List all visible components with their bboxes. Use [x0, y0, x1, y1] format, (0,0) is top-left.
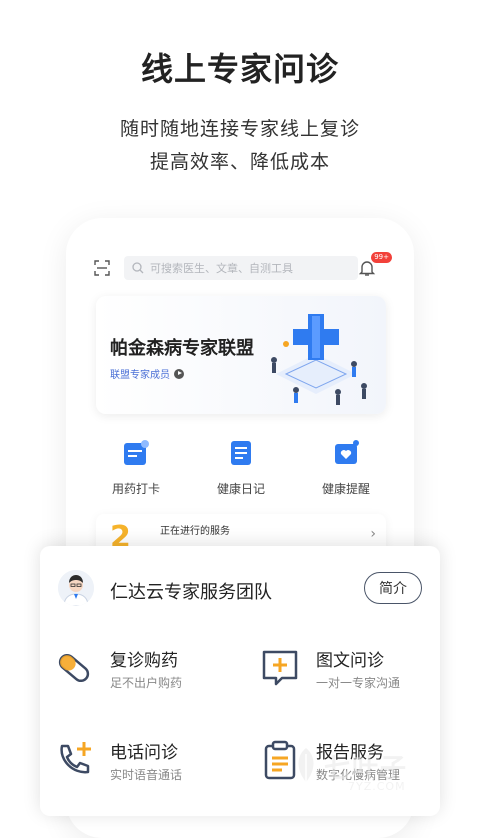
service-item-title: 图文问诊 — [316, 651, 384, 671]
chat-plus-icon — [262, 650, 298, 686]
service-title: 正在进行的服务 — [160, 526, 230, 537]
pill-icon — [58, 653, 90, 683]
phone-plus-icon — [60, 742, 91, 774]
headline-title: 线上专家问诊 — [140, 50, 339, 88]
watermark-sub: 7YZ.COM — [348, 780, 406, 793]
quick-action-health-diary[interactable]: 健康日记 — [191, 438, 291, 497]
service-item-desc: 一对一专家沟通 — [316, 676, 401, 690]
health-diary-icon — [231, 441, 251, 465]
service-item-desc: 实时语音通话 — [110, 768, 183, 782]
banner[interactable]: 帕金森病专家联盟 联盟专家成员 — [96, 296, 386, 414]
service-item-revisit-medicine[interactable]: 复诊购药 足不出户购药 — [54, 646, 224, 696]
watermark: 七叶子 7YZ.COM — [292, 746, 422, 796]
banner-link[interactable]: 联盟专家成员 — [110, 366, 184, 381]
search-input[interactable]: 可搜索医生、文章、自测工具 — [124, 256, 358, 280]
intro-button[interactable]: 简介 — [364, 572, 422, 604]
top-bar: 可搜索医生、文章、自测工具 99+ — [90, 252, 392, 280]
search-placeholder: 可搜索医生、文章、自测工具 — [150, 262, 293, 275]
banner-title: 帕金森病专家联盟 — [110, 338, 254, 359]
headline-subtitle-1: 随时随地连接专家线上复诊 — [119, 118, 360, 140]
team-name: 仁达云专家服务团队 — [110, 582, 272, 603]
medicine-checkin-icon — [124, 440, 149, 465]
quick-action-health-reminder[interactable]: 健康提醒 — [296, 438, 396, 497]
scan-icon[interactable] — [94, 260, 110, 276]
service-item-title: 复诊购药 — [110, 651, 178, 671]
quick-action-label: 健康提醒 — [321, 482, 370, 496]
doctor-avatar-icon — [58, 570, 94, 606]
quick-action-label: 健康日记 — [216, 482, 265, 496]
play-icon — [174, 368, 184, 379]
search-icon — [132, 262, 144, 274]
quick-action-label: 用药打卡 — [111, 482, 160, 496]
avatar[interactable] — [58, 570, 94, 606]
health-reminder-icon — [335, 440, 359, 464]
chevron-right-icon: › — [370, 526, 376, 542]
notification-badge: 99+ — [371, 252, 392, 263]
service-item-phone-consult[interactable]: 电话问诊 实时语音通话 — [54, 738, 224, 788]
service-item-text-consult[interactable]: 图文问诊 一对一专家沟通 — [260, 646, 430, 696]
quick-action-medicine-checkin[interactable]: 用药打卡 — [86, 438, 186, 497]
service-item-title: 电话问诊 — [110, 743, 178, 763]
leaf-logo-icon — [298, 748, 314, 782]
service-item-desc: 足不出户购药 — [110, 676, 183, 690]
quick-actions: 用药打卡 健康日记 健康提醒 — [86, 438, 396, 497]
team-card: 仁达云专家服务团队 简介 复诊购药 足不出户购药 图文问诊 一对一专家沟通 电话… — [40, 546, 440, 816]
headline-subtitle-2: 提高效率、降低成本 — [149, 151, 330, 173]
medical-cross-illustration — [271, 314, 367, 405]
banner-link-label: 联盟专家成员 — [110, 370, 170, 381]
